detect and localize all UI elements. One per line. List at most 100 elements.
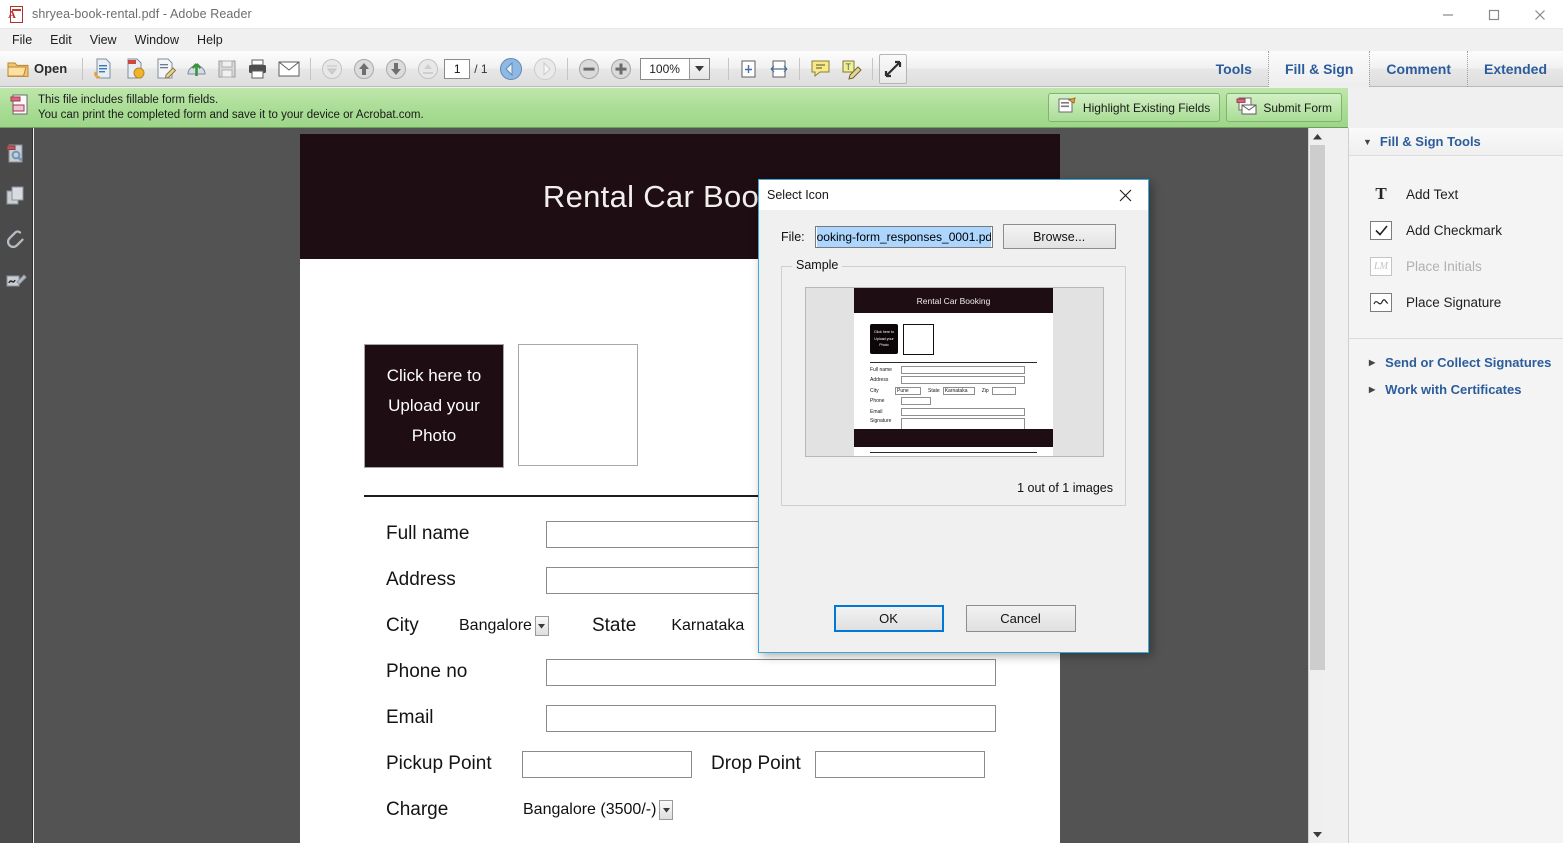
row-email: Email bbox=[300, 703, 1060, 733]
section-send-or-collect-signatures[interactable]: ▶ Send or Collect Signatures bbox=[1349, 349, 1563, 376]
browse-button[interactable]: Browse... bbox=[1002, 224, 1116, 249]
photo-preview-box[interactable] bbox=[518, 344, 638, 466]
ok-button[interactable]: OK bbox=[833, 605, 944, 632]
menu-edit[interactable]: Edit bbox=[42, 31, 80, 49]
input-phone[interactable] bbox=[546, 658, 996, 686]
dropdown-state[interactable]: Karnataka bbox=[670, 613, 746, 639]
cancel-button[interactable]: Cancel bbox=[965, 605, 1076, 632]
upload-photo-button[interactable]: Click here to Upload your Photo bbox=[364, 344, 504, 468]
label-city: City bbox=[386, 615, 419, 636]
label-charge: Charge bbox=[386, 799, 449, 820]
tool-place-signature[interactable]: Place Signature bbox=[1349, 284, 1563, 320]
maximize-button[interactable] bbox=[1471, 0, 1517, 29]
input-drop-point[interactable] bbox=[814, 750, 985, 778]
tab-fill-and-sign[interactable]: Fill & Sign bbox=[1267, 51, 1370, 87]
add-checkmark-icon bbox=[1370, 220, 1392, 240]
preview-label-state: State bbox=[928, 387, 940, 394]
sample-group: Sample Rental Car Booking Click here to … bbox=[781, 258, 1126, 506]
preview-value-state: Karnataka bbox=[942, 386, 975, 395]
window-title: shryea-book-rental.pdf - Adobe Reader bbox=[32, 7, 252, 21]
preview-label-address: Address bbox=[870, 377, 889, 383]
tool-add-checkmark[interactable]: Add Checkmark bbox=[1349, 212, 1563, 248]
sample-preview[interactable]: Rental Car Booking Click here to Upload … bbox=[805, 287, 1104, 457]
tool-place-signature-label: Place Signature bbox=[1406, 294, 1502, 310]
dropdown-city-value: Bangalore bbox=[459, 617, 532, 634]
place-signature-icon bbox=[1370, 292, 1392, 312]
section-send-label: Send or Collect Signatures bbox=[1385, 355, 1552, 370]
tab-extended[interactable]: Extended bbox=[1466, 51, 1563, 87]
signatures-icon[interactable] bbox=[3, 267, 29, 293]
previous-page-icon[interactable] bbox=[349, 54, 379, 84]
open-button[interactable]: Open bbox=[1, 54, 76, 84]
vertical-scrollbar[interactable] bbox=[1308, 128, 1325, 843]
tool-add-text[interactable]: T Add Text bbox=[1349, 176, 1563, 212]
first-page-icon[interactable] bbox=[317, 54, 347, 84]
menu-help[interactable]: Help bbox=[189, 31, 231, 49]
tool-place-initials: LM Place Initials bbox=[1349, 248, 1563, 284]
section-work-with-certificates[interactable]: ▶ Work with Certificates bbox=[1349, 376, 1563, 403]
fit-page-icon[interactable] bbox=[735, 54, 763, 84]
zoom-control[interactable]: 100% bbox=[639, 57, 710, 80]
preview-label-phone: Phone bbox=[870, 398, 885, 404]
attachments-icon[interactable] bbox=[3, 225, 29, 251]
menu-view[interactable]: View bbox=[82, 31, 125, 49]
select-icon-dialog: Select Icon File: ooking-form_responses_… bbox=[758, 179, 1149, 653]
create-pdf-icon[interactable] bbox=[89, 54, 118, 84]
last-page-icon[interactable] bbox=[413, 54, 443, 84]
read-mode-icon[interactable] bbox=[878, 53, 907, 84]
notification-text: This file includes fillable form fields.… bbox=[38, 93, 424, 123]
dropdown-charge[interactable]: Bangalore (3500/-) bbox=[522, 797, 675, 823]
tab-tools[interactable]: Tools bbox=[1200, 51, 1268, 87]
print-icon[interactable] bbox=[243, 54, 272, 84]
save-icon[interactable] bbox=[213, 54, 241, 84]
next-page-icon[interactable] bbox=[381, 54, 411, 84]
zoom-in-icon[interactable] bbox=[606, 54, 636, 84]
input-email[interactable] bbox=[546, 704, 996, 732]
chevron-down-icon[interactable] bbox=[534, 616, 549, 636]
row-phone: Phone no bbox=[300, 657, 1060, 687]
scrollbar-thumb[interactable] bbox=[1310, 145, 1325, 670]
form-notification-bar: This file includes fillable form fields.… bbox=[0, 88, 1348, 128]
title-bar: A shryea-book-rental.pdf - Adobe Reader bbox=[0, 0, 1563, 29]
menu-window[interactable]: Window bbox=[127, 31, 187, 49]
minimize-button[interactable] bbox=[1425, 0, 1471, 29]
tab-comment[interactable]: Comment bbox=[1369, 51, 1467, 87]
submit-form-button[interactable]: Submit Form bbox=[1226, 93, 1342, 122]
chevron-down-icon[interactable] bbox=[688, 58, 709, 79]
panel-header[interactable]: ▼ Fill & Sign Tools bbox=[1349, 128, 1563, 156]
fit-width-icon[interactable] bbox=[765, 54, 793, 84]
export-pdf-icon[interactable] bbox=[120, 54, 149, 84]
scroll-up-button[interactable] bbox=[1309, 128, 1325, 145]
pdf-icon: A bbox=[8, 5, 24, 23]
label-full-name: Full name bbox=[386, 523, 470, 544]
forward-view-icon[interactable] bbox=[529, 54, 561, 84]
comment-icon[interactable] bbox=[806, 54, 835, 84]
file-input-value: ooking-form_responses_0001.pdf bbox=[816, 226, 991, 247]
page-number-input[interactable]: 1 bbox=[444, 58, 471, 79]
pages-icon[interactable] bbox=[3, 183, 29, 209]
file-input[interactable]: ooking-form_responses_0001.pdf bbox=[814, 225, 993, 248]
menu-file[interactable]: File bbox=[4, 31, 40, 49]
email-icon[interactable] bbox=[274, 54, 304, 84]
chevron-down-icon[interactable] bbox=[659, 800, 674, 820]
preview-label-city: City bbox=[870, 387, 879, 394]
close-icon[interactable] bbox=[1103, 180, 1148, 210]
close-button[interactable] bbox=[1517, 0, 1563, 29]
input-pickup-point[interactable] bbox=[522, 750, 692, 778]
back-view-icon[interactable] bbox=[495, 54, 527, 84]
preview-input-full-name bbox=[901, 365, 1025, 374]
page-thumbnails-icon[interactable] bbox=[3, 141, 29, 167]
preview-row-phone: Phone bbox=[854, 397, 1053, 405]
sample-group-label: Sample bbox=[792, 258, 843, 272]
send-file-icon[interactable] bbox=[182, 54, 211, 84]
toolbar-separator-5 bbox=[798, 57, 800, 80]
right-toolbar-tabs: Tools Fill & Sign Comment Extended bbox=[1200, 51, 1563, 87]
scroll-down-button[interactable] bbox=[1309, 826, 1325, 843]
edit-pdf-icon[interactable] bbox=[151, 54, 180, 84]
preview-row-email: Email bbox=[854, 407, 1053, 416]
highlight-existing-fields-button[interactable]: Highlight Existing Fields bbox=[1047, 93, 1221, 122]
preview-thumbnail: Rental Car Booking Click here to Upload … bbox=[854, 288, 1053, 456]
highlight-text-icon[interactable]: T bbox=[837, 54, 866, 84]
dropdown-city[interactable]: Bangalore bbox=[458, 613, 550, 639]
zoom-out-icon[interactable] bbox=[574, 54, 604, 84]
